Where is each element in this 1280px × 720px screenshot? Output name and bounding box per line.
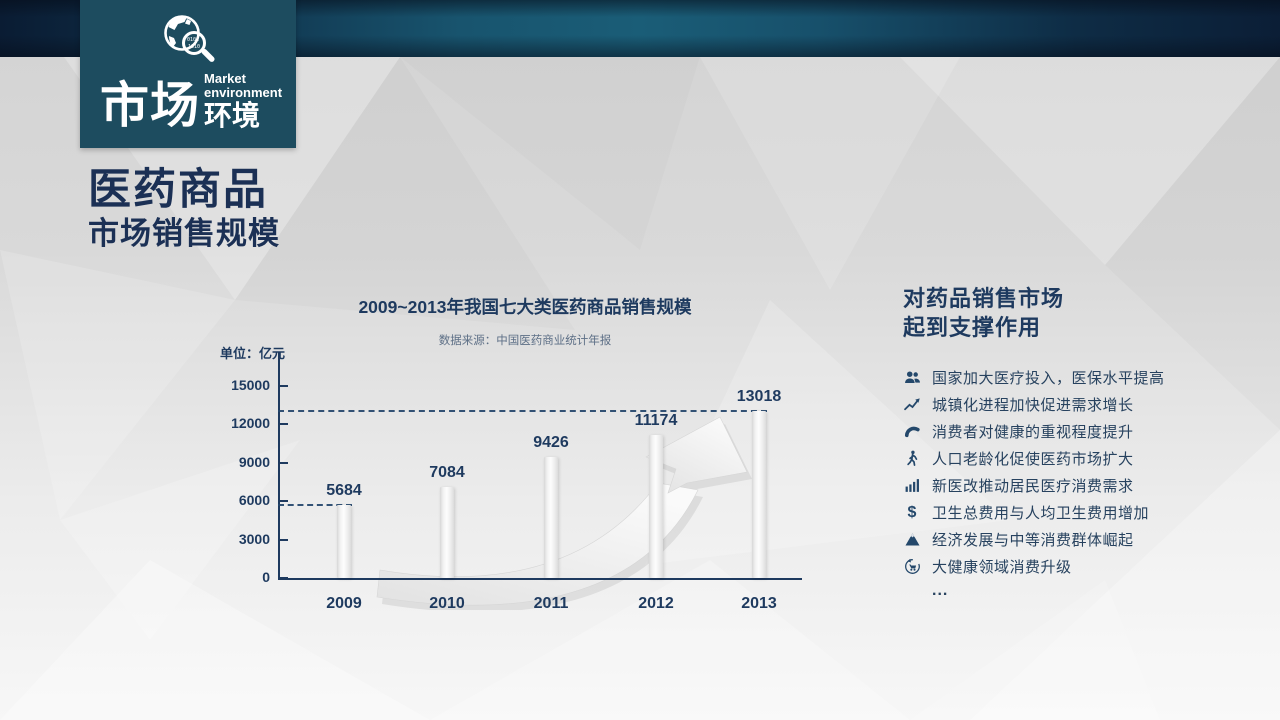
bar: [337, 505, 351, 578]
list-item-text: 国家加大医疗投入，医保水平提高: [932, 367, 1165, 388]
bar-year-label: 2013: [714, 595, 804, 613]
section-badge: 0101 1010 市场 Market environment 环境: [80, 0, 296, 148]
bar-value-label: 9426: [506, 434, 596, 452]
bar-value-label: 7084: [402, 464, 492, 482]
y-tick-mark: [279, 500, 288, 502]
y-tick-label: 15000: [215, 377, 270, 393]
y-tick-label: 12000: [215, 415, 270, 431]
chart-title: 2009~2013年我国七大类医药商品销售规模: [215, 294, 815, 319]
bar-value-label: 13018: [714, 388, 804, 406]
y-tick-mark: [279, 462, 288, 464]
y-tick-mark: [279, 423, 288, 425]
swoosh-icon: [903, 423, 921, 441]
sales-bar-chart: 2009~2013年我国七大类医药商品销售规模 数据来源：中国医药商业统计年报 …: [215, 292, 815, 632]
y-tick-mark: [279, 385, 288, 387]
support-list: 国家加大医疗投入，医保水平提高 城镇化进程加快促进需求增长 消费者对健康的重视程…: [903, 364, 1243, 600]
dollar-icon: $: [903, 504, 921, 522]
list-item: 经济发展与中等消费群体崛起: [903, 526, 1243, 553]
bar-value-label: 11174: [611, 412, 701, 430]
list-item-text: 人口老龄化促使医药市场扩大: [932, 448, 1134, 469]
bar: [752, 411, 766, 578]
list-item: 消费者对健康的重视程度提升: [903, 418, 1243, 445]
list-item-text: 城镇化进程加快促进需求增长: [932, 394, 1134, 415]
cart-cycle-icon: [903, 558, 921, 576]
page-title-line1: 医药商品: [88, 166, 280, 215]
y-axis-unit-label: 单位：亿元: [220, 343, 285, 362]
list-item-text: 新医改推动居民医疗消费需求: [932, 475, 1134, 496]
bar-value-label: 5684: [299, 482, 389, 500]
chart-plot: 单位：亿元 0 3000 6000: [215, 345, 815, 630]
list-item: 大健康领域消费升级: [903, 553, 1243, 580]
bar-chart-icon: [903, 477, 921, 495]
support-heading: 对药品销售市场 起到支撑作用: [903, 284, 1243, 342]
globe-magnifier-icon: 0101 1010: [156, 10, 222, 72]
y-tick-label: 3000: [215, 531, 270, 547]
x-axis-line: [278, 578, 802, 580]
bar: [649, 435, 663, 578]
bar-year-label: 2010: [402, 595, 492, 613]
bar: [440, 487, 454, 578]
slide: 0101 1010 市场 Market environment 环境 医药商品 …: [0, 0, 1280, 720]
support-heading-line1: 对药品销售市场: [903, 284, 1243, 313]
list-item-text: 消费者对健康的重视程度提升: [932, 421, 1134, 442]
y-tick-label: 0: [215, 569, 270, 585]
badge-en-line1: Market: [204, 72, 282, 86]
y-tick-label: 6000: [215, 492, 270, 508]
bar-year-label: 2011: [506, 595, 596, 613]
support-heading-line2: 起到支撑作用: [903, 313, 1243, 342]
svg-text:0101: 0101: [187, 37, 199, 43]
walking-person-icon: [903, 450, 921, 468]
list-item: 人口老龄化促使医药市场扩大: [903, 445, 1243, 472]
list-item-text: 经济发展与中等消费群体崛起: [932, 529, 1134, 550]
support-panel: 对药品销售市场 起到支撑作用 国家加大医疗投入，医保水平提高 城镇化进程加快促进…: [903, 284, 1243, 600]
mountain-icon: [903, 531, 921, 549]
y-tick-mark: [279, 577, 288, 579]
badge-cn-main: 市场: [100, 82, 200, 131]
bar-year-label: 2009: [299, 595, 389, 613]
more-ellipsis: ...: [903, 582, 1243, 600]
list-item: 新医改推动居民医疗消费需求: [903, 472, 1243, 499]
list-item-text: 大健康领域消费升级: [932, 556, 1072, 577]
list-item: 国家加大医疗投入，医保水平提高: [903, 364, 1243, 391]
svg-text:1010: 1010: [188, 44, 200, 50]
badge-cn-sub: 环境: [204, 102, 282, 130]
list-item: $ 卫生总费用与人均卫生费用增加: [903, 499, 1243, 526]
page-title-line2: 市场销售规模: [88, 215, 280, 252]
list-item: 城镇化进程加快促进需求增长: [903, 391, 1243, 418]
badge-en-line2: environment: [204, 86, 282, 100]
trend-up-icon: [903, 396, 921, 414]
bar: [544, 457, 558, 578]
list-item-text: 卫生总费用与人均卫生费用增加: [932, 502, 1149, 523]
users-icon: [903, 369, 921, 387]
bar-year-label: 2012: [611, 595, 701, 613]
page-title: 医药商品 市场销售规模: [88, 166, 280, 253]
y-tick-label: 9000: [215, 454, 270, 470]
y-tick-mark: [279, 539, 288, 541]
